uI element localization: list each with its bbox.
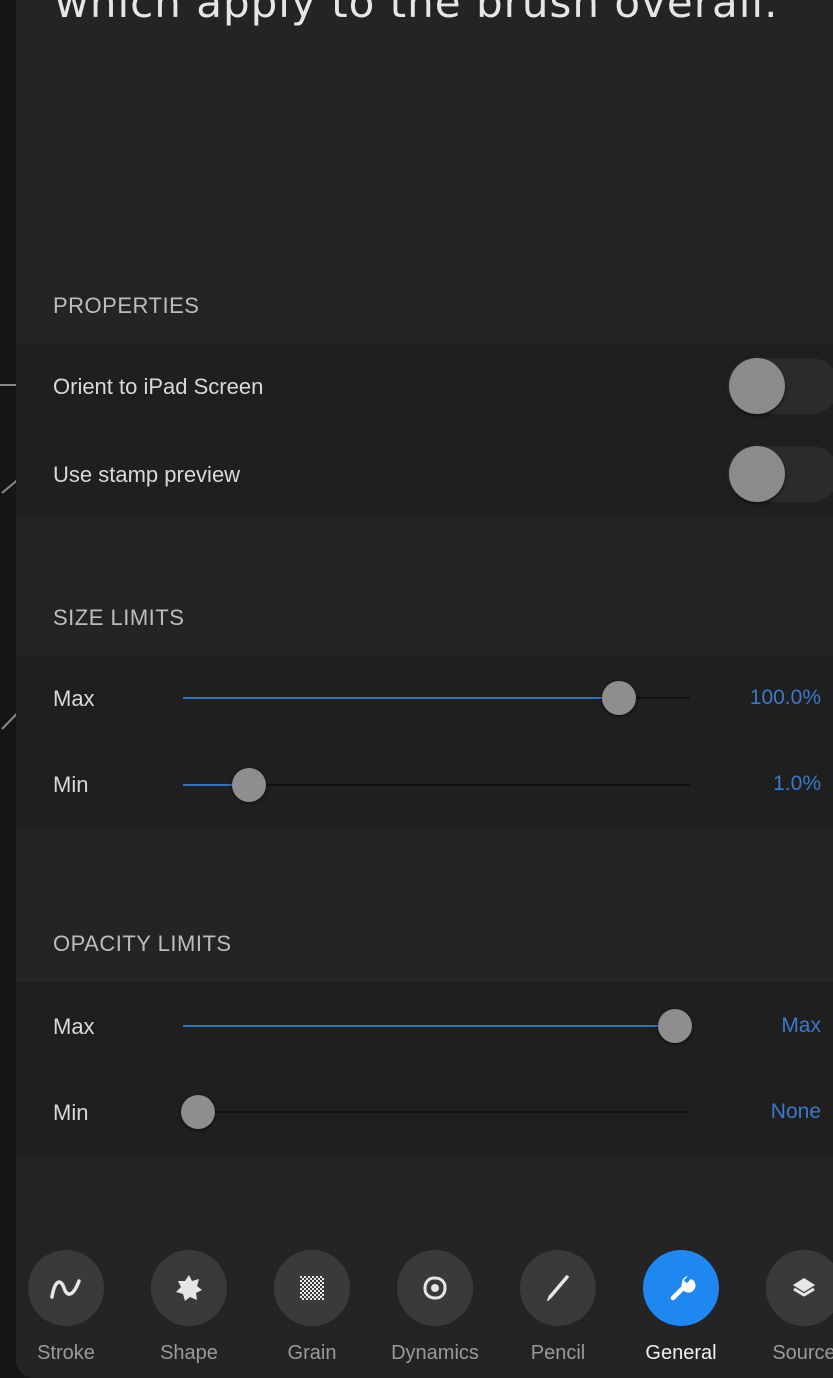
tab-icon-circle	[766, 1250, 833, 1326]
tab-dynamics[interactable]: Dynamics	[380, 1250, 490, 1365]
tab-label: Dynamics	[391, 1342, 479, 1364]
grain-texture-icon	[300, 1276, 324, 1300]
use-stamp-preview-toggle[interactable]	[727, 446, 833, 502]
size-max-value: 100.0%	[749, 686, 821, 709]
tab-shape[interactable]: Shape	[134, 1250, 244, 1365]
tab-icon-circle	[151, 1250, 227, 1326]
size-min-label: Min	[53, 772, 89, 797]
tab-label: Grain	[287, 1342, 337, 1364]
use-stamp-preview-label: Use stamp preview	[53, 462, 241, 487]
tab-label: Stroke	[37, 1342, 95, 1364]
tab-label: Shape	[160, 1342, 218, 1364]
tab-label: Pencil	[530, 1342, 586, 1364]
tab-stroke[interactable]: Stroke	[11, 1250, 121, 1365]
size-max-slider[interactable]	[183, 681, 690, 715]
section-title-size-limits: SIZE LIMITS	[53, 605, 185, 630]
opacity-max-label: Max	[53, 1014, 95, 1039]
caption-text: which apply to the brush overall.	[54, 0, 779, 27]
tab-grain[interactable]: Grain	[257, 1250, 367, 1365]
toggle-knob	[729, 446, 785, 502]
toggle-knob	[729, 358, 785, 414]
tab-pencil[interactable]: Pencil	[503, 1250, 613, 1365]
orient-to-screen-toggle[interactable]	[727, 358, 833, 414]
slider-fill	[183, 1025, 675, 1027]
size-limits-group	[16, 655, 833, 827]
opacity-min-slider[interactable]	[181, 1095, 690, 1129]
slider-thumb[interactable]	[657, 1009, 692, 1043]
opacity-min-label: Min	[53, 1100, 89, 1125]
opacity-min-value: None	[770, 1100, 821, 1123]
section-title-properties: PROPERTIES	[53, 293, 200, 318]
orient-to-screen-label: Orient to iPad Screen	[53, 374, 264, 399]
size-max-label: Max	[53, 686, 95, 711]
stroke-wave-icon	[50, 1279, 81, 1299]
size-min-slider[interactable]	[183, 768, 690, 802]
brush-settings-tab-bar: Stroke Shape Grain Dynamics Pencil Gener…	[16, 1250, 833, 1378]
tab-icon-circle	[397, 1250, 473, 1326]
slider-thumb[interactable]	[231, 768, 266, 802]
slider-thumb[interactable]	[602, 681, 637, 715]
layers-icon	[793, 1278, 815, 1297]
tab-icon-circle	[28, 1250, 104, 1326]
size-min-value: 1.0%	[773, 772, 821, 795]
pencil-icon	[547, 1275, 569, 1301]
opacity-max-slider[interactable]	[183, 1009, 692, 1043]
properties-group	[16, 344, 833, 516]
dynamics-swirl-icon	[423, 1276, 447, 1300]
tab-label: General	[645, 1342, 717, 1364]
tab-icon-circle	[520, 1250, 596, 1326]
tab-label: Source	[772, 1342, 833, 1364]
wrench-icon	[670, 1276, 696, 1301]
section-title-opacity-limits: OPACITY LIMITS	[53, 931, 232, 956]
tab-source[interactable]: Source	[749, 1250, 833, 1365]
shape-flower-icon	[176, 1275, 202, 1301]
opacity-limits-group	[16, 982, 833, 1156]
slider-fill	[183, 697, 620, 699]
tab-icon-circle	[643, 1250, 719, 1326]
slider-thumb[interactable]	[181, 1095, 216, 1129]
opacity-max-value: Max	[781, 1014, 821, 1037]
tab-icon-circle	[274, 1250, 350, 1326]
tab-general[interactable]: General	[626, 1250, 736, 1365]
